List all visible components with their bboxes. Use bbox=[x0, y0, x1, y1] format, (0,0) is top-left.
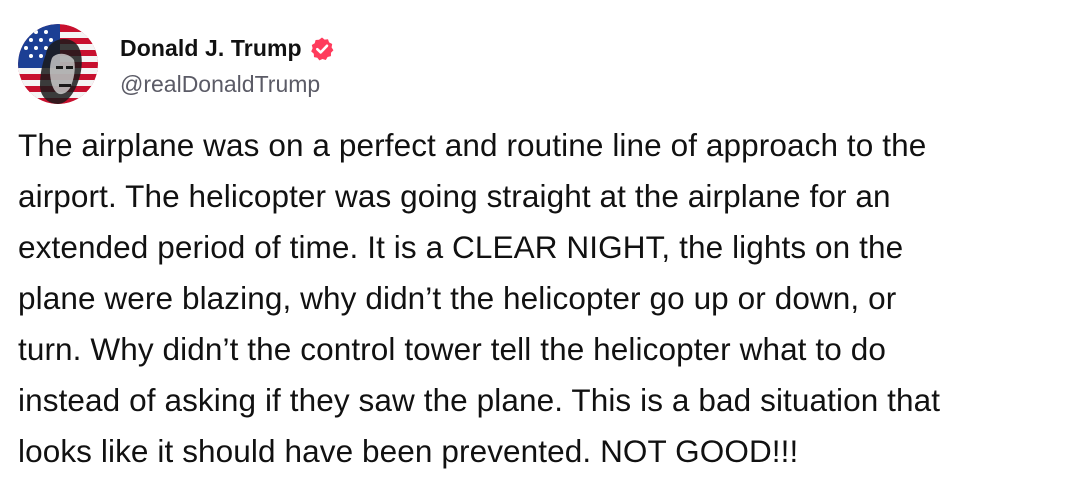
avatar-image bbox=[18, 24, 98, 104]
display-name[interactable]: Donald J. Trump bbox=[120, 35, 302, 62]
post-line: instead of asking if they saw the plane.… bbox=[18, 382, 941, 418]
post-line: extended period of time. It is a CLEAR N… bbox=[18, 229, 904, 265]
post-line: turn. Why didn’t the control tower tell … bbox=[18, 331, 886, 367]
post-body: The airplane was on a perfect and routin… bbox=[18, 120, 1063, 477]
author-names: Donald J. Trump @realDonaldTrump bbox=[120, 31, 335, 98]
post-line: looks like it should have been prevented… bbox=[18, 433, 799, 469]
avatar[interactable] bbox=[18, 24, 98, 104]
post-card: Donald J. Trump @realDonaldTrump The air… bbox=[0, 0, 1080, 485]
display-name-row: Donald J. Trump bbox=[120, 31, 335, 67]
post-header: Donald J. Trump @realDonaldTrump bbox=[18, 24, 335, 104]
post-line: plane were blazing, why didn’t the helic… bbox=[18, 280, 897, 316]
author-handle[interactable]: @realDonaldTrump bbox=[120, 71, 335, 98]
verified-badge-icon bbox=[309, 36, 335, 62]
post-line: The airplane was on a perfect and routin… bbox=[18, 127, 927, 163]
post-line: airport. The helicopter was going straig… bbox=[18, 178, 891, 214]
